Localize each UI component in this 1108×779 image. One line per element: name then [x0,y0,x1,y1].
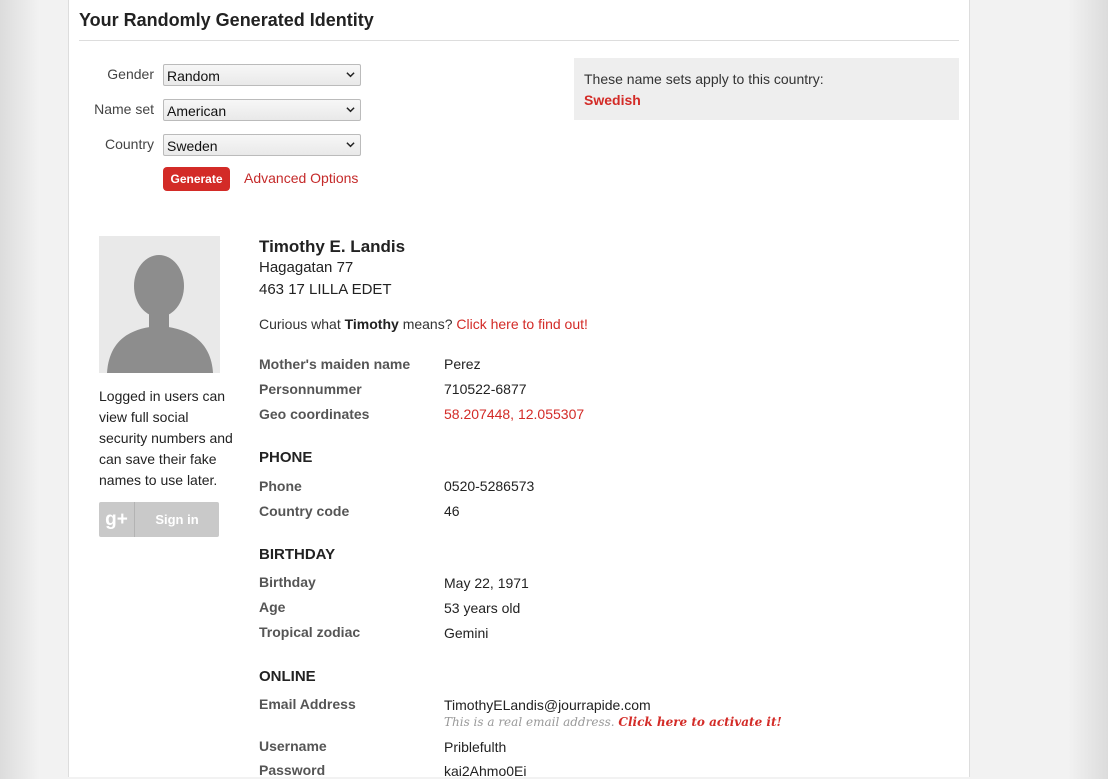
identity-info: Timothy E. Landis Hagagatan 77 463 17 LI… [259,0,959,779]
activate-email-link[interactable]: Click here to activate it! [618,715,781,729]
birthday-label: Birthday [259,574,316,590]
email-label: Email Address [259,696,356,712]
address-line-2: 463 17 LILLA EDET [259,281,392,298]
main-card: Your Randomly Generated Identity Gender … [68,0,970,779]
country-label: Country [104,136,154,152]
name-meaning-link[interactable]: Click here to find out! [456,316,588,332]
zodiac-value: Gemini [444,625,489,641]
phone-value: 0520-5286573 [444,478,535,494]
username-label: Username [259,738,327,754]
nameset-select-value: American [167,103,227,119]
first-name: Timothy [344,316,399,332]
mothers-maiden-value: Perez [444,356,481,372]
personnummer-value: 710522-6877 [444,381,527,397]
generate-button[interactable]: Generate [163,167,230,191]
full-name: Timothy E. Landis [259,237,406,256]
phone-label: Phone [259,478,302,494]
password-label: Password [259,762,326,778]
email-note-text: This is a real email address. [444,715,615,729]
name-meaning-line: Curious what Timothy means? Click here t… [259,316,588,332]
google-plus-icon: g+ [99,502,135,537]
country-code-value: 46 [444,503,460,519]
login-note: Logged in users can view full social sec… [99,388,233,488]
avatar [99,236,220,373]
address-line-1: Hagagatan 77 [259,259,354,276]
online-heading: ONLINE [259,668,316,685]
birthday-value: May 22, 1971 [444,575,529,591]
curious-suffix: means? [402,316,453,332]
signin-label: Sign in [155,512,199,527]
person-silhouette-icon [99,236,220,373]
gender-select-value: Random [167,68,220,84]
email-note: This is a real email address. Click here… [444,715,782,729]
zodiac-label: Tropical zodiac [259,624,361,640]
google-signin-button[interactable]: g+ Sign in [99,502,219,537]
geo-label: Geo coordinates [259,406,370,422]
geo-coordinates-link[interactable]: 58.207448, 12.055307 [444,406,584,422]
country-select-value: Sweden [167,138,218,154]
country-code-label: Country code [259,503,350,519]
curious-prefix: Curious what [259,316,341,332]
email-value: TimothyELandis@jourrapide.com [444,697,651,713]
birthday-heading: BIRTHDAY [259,546,336,563]
nameset-label: Name set [94,101,154,117]
personnummer-label: Personnummer [259,381,362,397]
mothers-maiden-label: Mother's maiden name [259,356,411,372]
phone-heading: PHONE [259,449,313,466]
age-value: 53 years old [444,600,521,616]
username-value: Priblefulth [444,739,507,755]
age-label: Age [259,599,286,615]
gender-label: Gender [107,66,154,82]
